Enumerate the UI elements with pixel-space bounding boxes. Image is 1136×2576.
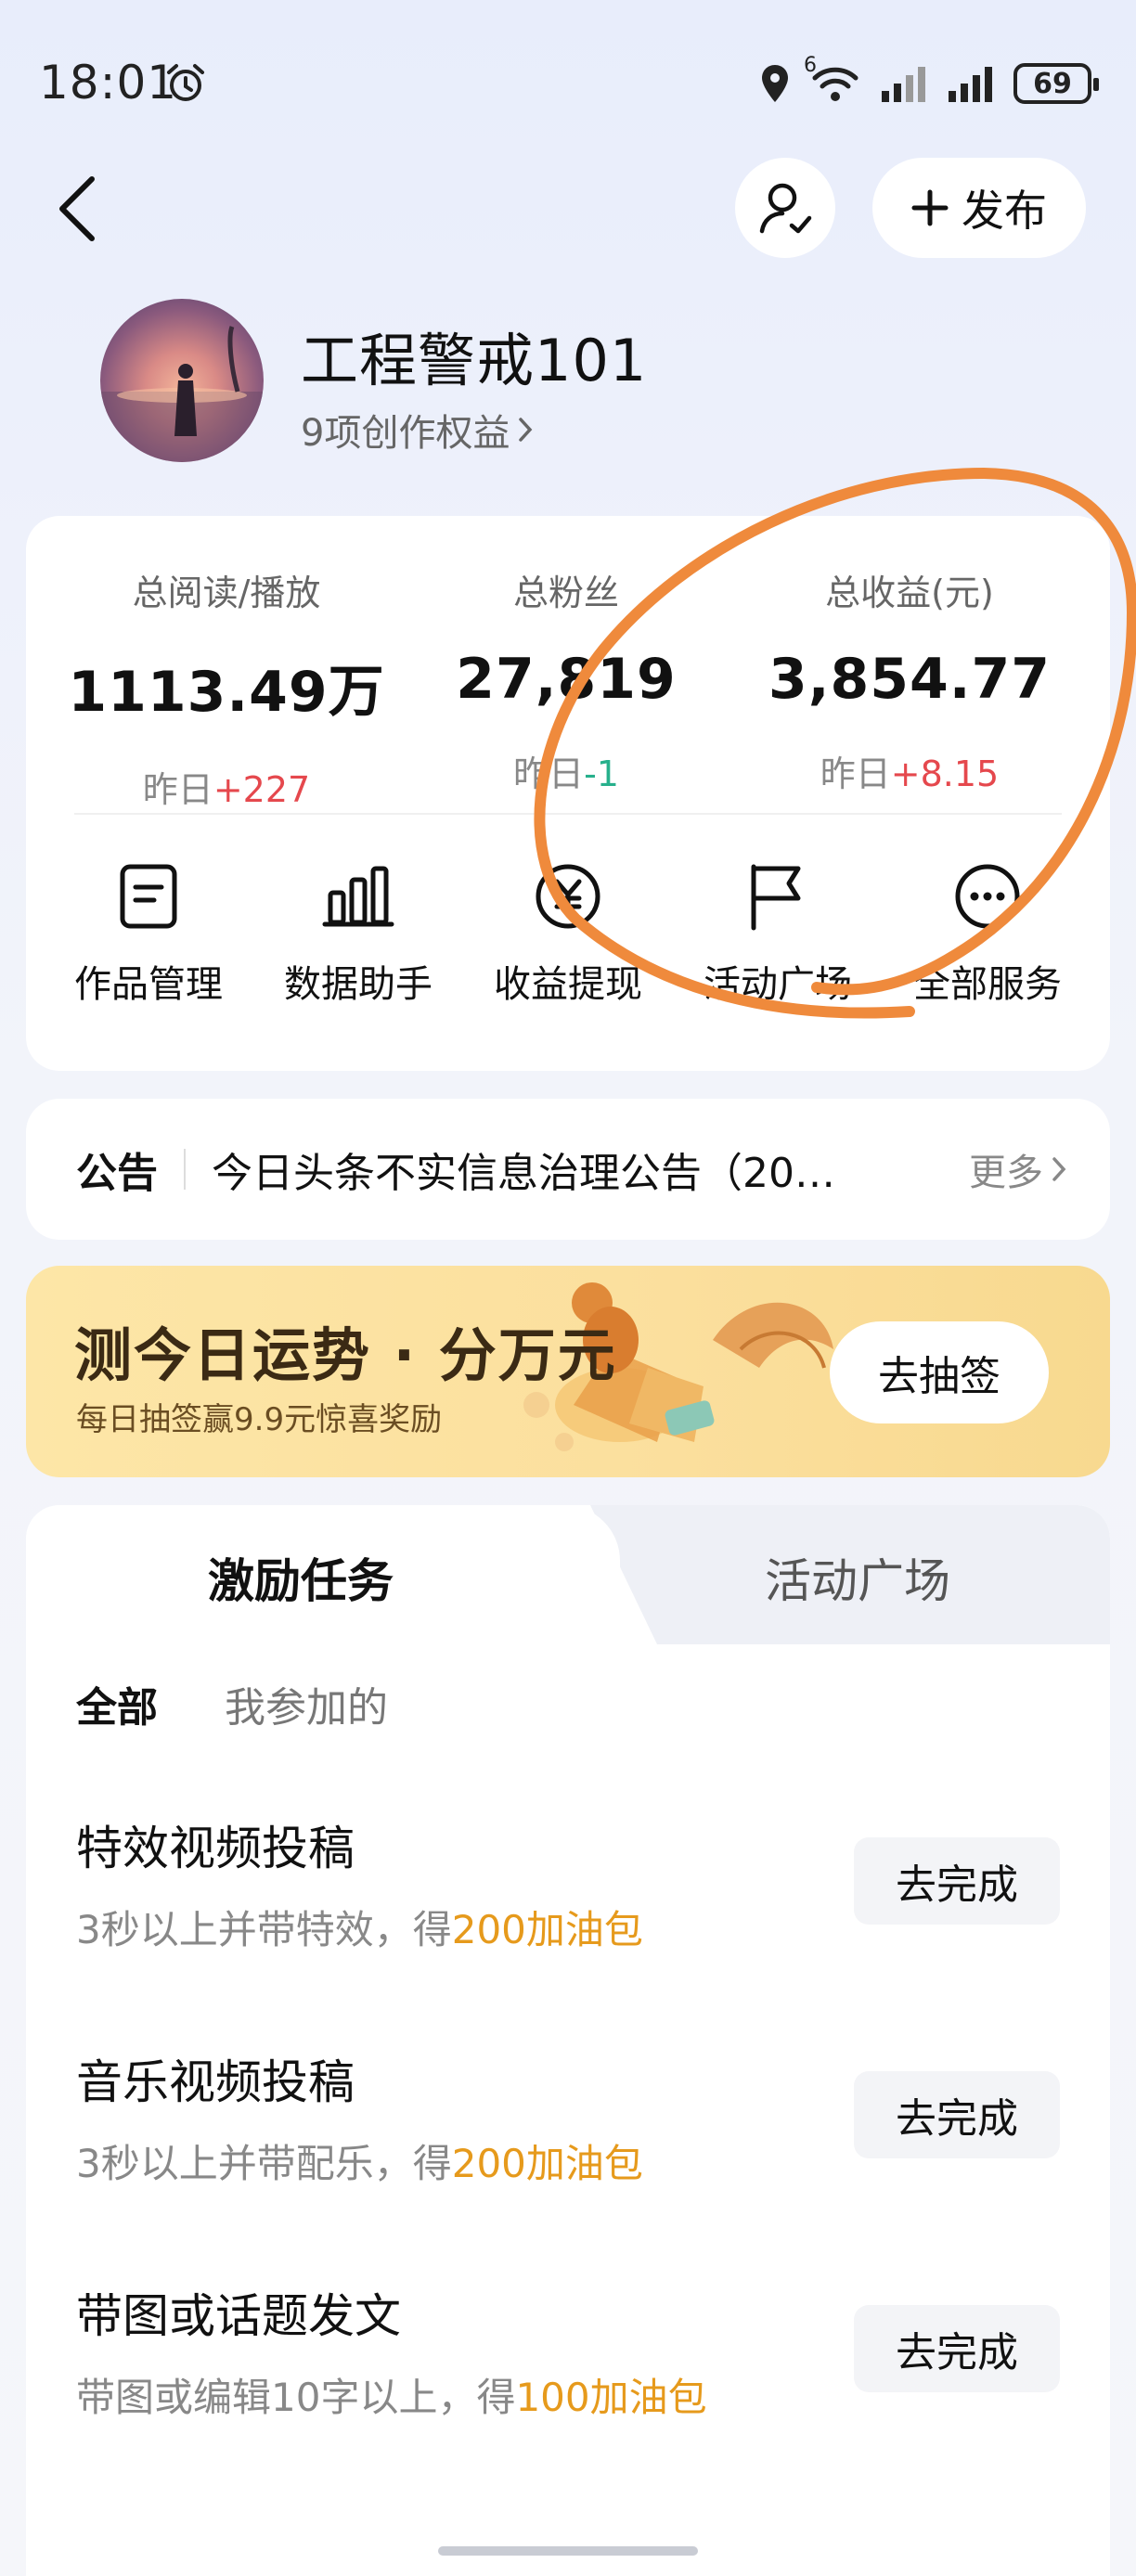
task-item: 特效视频投稿 3秒以上并带特效，得200加油包 去完成 [76, 1811, 1060, 1969]
stat-label: 总阅读/播放 [132, 573, 321, 613]
creator-rights-label: 9项创作权益 [301, 412, 510, 455]
status-bar: 18:01 6 69 [0, 0, 1136, 167]
task-reward: 100加油包 [515, 2375, 707, 2420]
task-desc-text: 带图或编辑10字以上，得 [76, 2375, 516, 2420]
tool-all-services[interactable]: 全部服务 [895, 859, 1080, 1008]
avatar-image [100, 326, 264, 462]
publish-label: 发布 [962, 186, 1047, 236]
battery-indicator: 69 [1013, 63, 1099, 104]
stat-value: 27,819 [456, 647, 677, 712]
filter-joined[interactable]: 我参加的 [225, 1674, 388, 1733]
yuan-coin-icon [536, 864, 600, 929]
announcement-text: 今日头条不实信息治理公告（20… [212, 1150, 835, 1197]
chevron-right-icon [1052, 1157, 1066, 1181]
banner-subtitle: 每日抽签赢9.9元惊喜奖励 [76, 1401, 443, 1438]
more-dots-icon [955, 864, 1020, 929]
stat-label: 总收益(元) [825, 573, 994, 613]
draw-lot-button[interactable]: 去抽签 [830, 1321, 1049, 1423]
network-type-label: 6 [804, 54, 817, 77]
username: 工程警戒101 [301, 327, 648, 394]
yesterday-prefix: 昨日 [820, 753, 891, 794]
tool-label: 收益提现 [494, 963, 642, 1006]
task-item: 音乐视频投稿 3秒以上并带配乐，得200加油包 去完成 [76, 2045, 1060, 2203]
tool-data-assistant[interactable]: 数据助手 [265, 859, 451, 1008]
more-label: 更多 [969, 1152, 1043, 1194]
plus-icon [911, 189, 949, 226]
location-icon [762, 65, 788, 102]
status-icons: 6 69 [759, 54, 1099, 111]
announcement-separator [184, 1149, 186, 1190]
user-settings-button[interactable] [735, 158, 835, 258]
banner-title: 测今日运势 · 分万元 [74, 1321, 617, 1389]
tool-label: 数据助手 [284, 963, 432, 1006]
task-reward: 200加油包 [451, 1907, 643, 1952]
task-item: 带图或话题发文 带图或编辑10字以上，得100加油包 去完成 [76, 2279, 1060, 2437]
stat-label: 总粉丝 [512, 573, 619, 613]
stat-total-fans[interactable]: 总粉丝 27,819 昨日-1 [399, 564, 733, 796]
complete-task-button[interactable]: 去完成 [854, 2071, 1060, 2158]
yesterday-prefix: 昨日 [513, 753, 585, 794]
complete-task-button[interactable]: 去完成 [854, 2305, 1060, 2392]
tasks-panel: 激励任务 活动广场 全部 我参加的 特效视频投稿 3秒以上并带特效，得200加油… [26, 1505, 1110, 2576]
home-indicator[interactable] [438, 2546, 698, 2556]
stat-value: 3,854.77 [768, 647, 1052, 712]
tool-earnings-withdraw[interactable]: 收益提现 [475, 859, 661, 1008]
stat-value: 1113.49万 [68, 660, 385, 725]
yesterday-delta: +8.15 [890, 753, 1000, 794]
alarm-icon [167, 64, 204, 101]
tab-incentive-tasks[interactable]: 激励任务 [208, 1544, 394, 1611]
yesterday-delta: +227 [213, 769, 311, 810]
filter-all[interactable]: 全部 [76, 1674, 158, 1733]
wifi-icon: 6 [804, 54, 863, 106]
signal-icon [882, 67, 925, 102]
avatar[interactable] [100, 299, 264, 462]
task-desc-text: 3秒以上并带特效，得 [76, 1907, 452, 1952]
signal-icon-2 [949, 67, 992, 102]
flag-icon [751, 864, 801, 931]
yesterday-prefix: 昨日 [142, 769, 213, 810]
task-reward: 200加油包 [451, 2141, 643, 2186]
announcement-tag: 公告 [76, 1150, 158, 1197]
tool-label: 活动广场 [704, 963, 852, 1006]
creator-rights-link[interactable]: 9项创作权益 [301, 403, 534, 457]
tool-activity-plaza[interactable]: 活动广场 [685, 859, 871, 1008]
document-icon [120, 864, 177, 929]
stat-yesterday: 昨日-1 [399, 745, 733, 796]
stat-yesterday: 昨日+227 [59, 761, 394, 812]
chevron-left-icon [59, 176, 95, 241]
publish-button[interactable]: 发布 [872, 158, 1086, 258]
task-desc-text: 3秒以上并带配乐，得 [76, 2141, 452, 2186]
announcement-more-link[interactable]: 更多 [969, 1142, 1067, 1196]
yesterday-delta: -1 [584, 753, 619, 794]
tab-activity-plaza[interactable]: 活动广场 [765, 1544, 950, 1611]
bar-chart-icon [322, 866, 394, 927]
user-settings-icon [759, 183, 812, 234]
tool-label: 全部服务 [913, 963, 1062, 1006]
tool-works-management[interactable]: 作品管理 [56, 859, 241, 1008]
fortune-banner[interactable]: 测今日运势 · 分万元 每日抽签赢9.9元惊喜奖励 去抽签 [26, 1266, 1110, 1477]
back-button[interactable] [45, 167, 110, 251]
complete-task-button[interactable]: 去完成 [854, 1837, 1060, 1925]
stats-divider [74, 813, 1062, 815]
stat-total-earnings[interactable]: 总收益(元) 3,854.77 昨日+8.15 [742, 564, 1077, 796]
chevron-right-icon [519, 418, 533, 442]
tool-label: 作品管理 [74, 963, 223, 1006]
stat-yesterday: 昨日+8.15 [742, 745, 1077, 796]
announcement-bar[interactable]: 公告 今日头条不实信息治理公告（20… 更多 [26, 1099, 1110, 1240]
stat-total-reads[interactable]: 总阅读/播放 1113.49万 昨日+227 [59, 564, 394, 812]
status-time: 18:01 [39, 56, 178, 109]
